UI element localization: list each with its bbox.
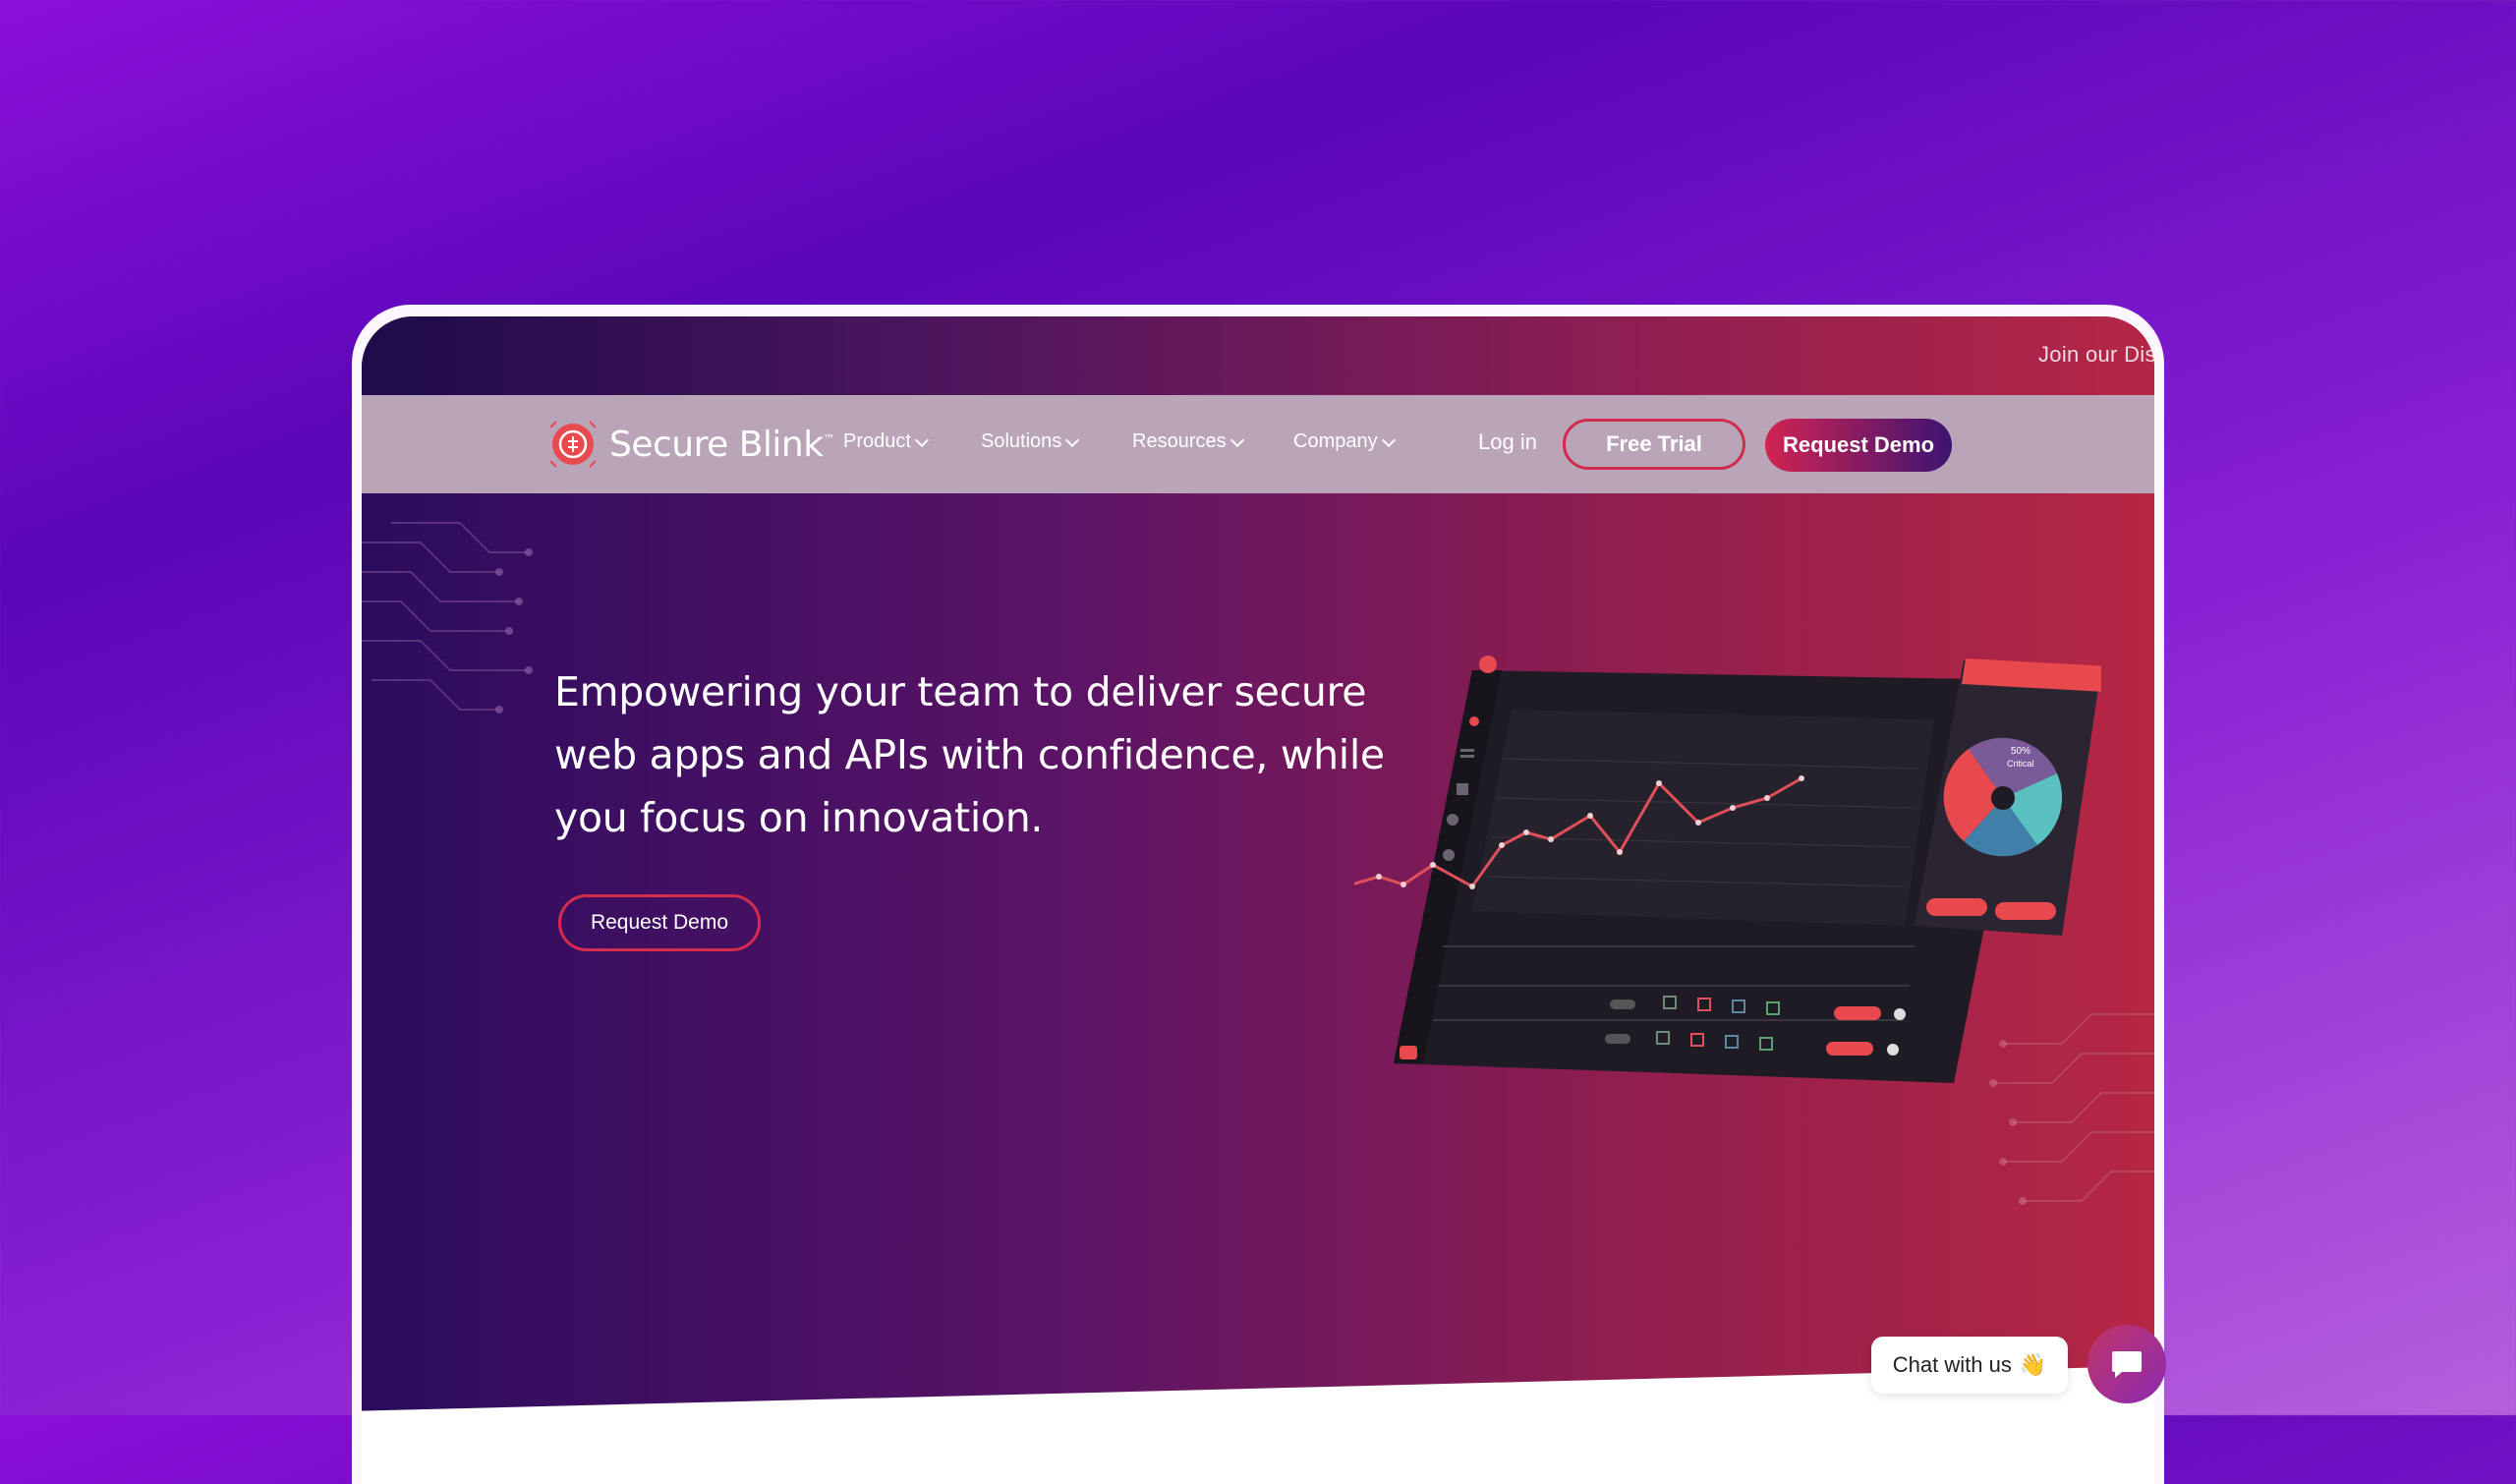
announcement-bar: Join our Dis	[362, 316, 2154, 395]
nav-company[interactable]: Company	[1293, 430, 1396, 453]
dashboard-illustration: 50% Critical	[1354, 656, 2101, 1083]
nav-solutions-label: Solutions	[981, 430, 1062, 452]
browser-frame: Join our Dis Secure Blink™ Product Solut…	[352, 305, 2164, 1484]
shield-icon	[1479, 656, 1497, 673]
free-trial-button[interactable]: Free Trial	[1563, 419, 1745, 470]
chevron-down-icon	[1065, 432, 1080, 447]
request-demo-button[interactable]: Request Demo	[1765, 419, 1952, 472]
login-link[interactable]: Log in	[1478, 429, 1537, 455]
nav-solutions[interactable]: Solutions	[981, 430, 1080, 453]
nav-resources-label: Resources	[1132, 430, 1227, 452]
chat-icon	[2112, 1351, 2142, 1378]
donut-label: Critical	[2007, 759, 2034, 769]
chat-label: Chat with us	[1892, 1352, 2012, 1377]
hero-title: Empowering your team to deliver secure w…	[554, 668, 1385, 841]
donut-percent: 50%	[2011, 746, 2030, 757]
brand-name: Secure Blink™	[609, 424, 835, 465]
nav-product[interactable]: Product	[843, 430, 930, 453]
logo[interactable]: Secure Blink™	[546, 417, 835, 472]
chat-button[interactable]	[2087, 1325, 2166, 1403]
chevron-down-icon	[1381, 432, 1396, 447]
chevron-down-icon	[1229, 432, 1244, 447]
shield-logo-icon	[549, 421, 597, 468]
chat-bubble[interactable]: Chat with us 👋	[1871, 1337, 2068, 1394]
nav-product-label: Product	[843, 430, 911, 452]
chevron-down-icon	[914, 432, 930, 447]
navbar: Secure Blink™ Product Solutions Resource…	[362, 395, 2154, 493]
announcement-text[interactable]: Join our Dis	[2038, 342, 2154, 368]
hero-request-demo-button[interactable]: Request Demo	[558, 894, 761, 951]
nav-company-label: Company	[1293, 430, 1378, 452]
nav-resources[interactable]: Resources	[1132, 430, 1244, 453]
website-screen: Join our Dis Secure Blink™ Product Solut…	[362, 316, 2154, 1484]
circuit-decoration-icon	[362, 522, 533, 713]
waving-hand-icon: 👋	[2019, 1352, 2047, 1377]
